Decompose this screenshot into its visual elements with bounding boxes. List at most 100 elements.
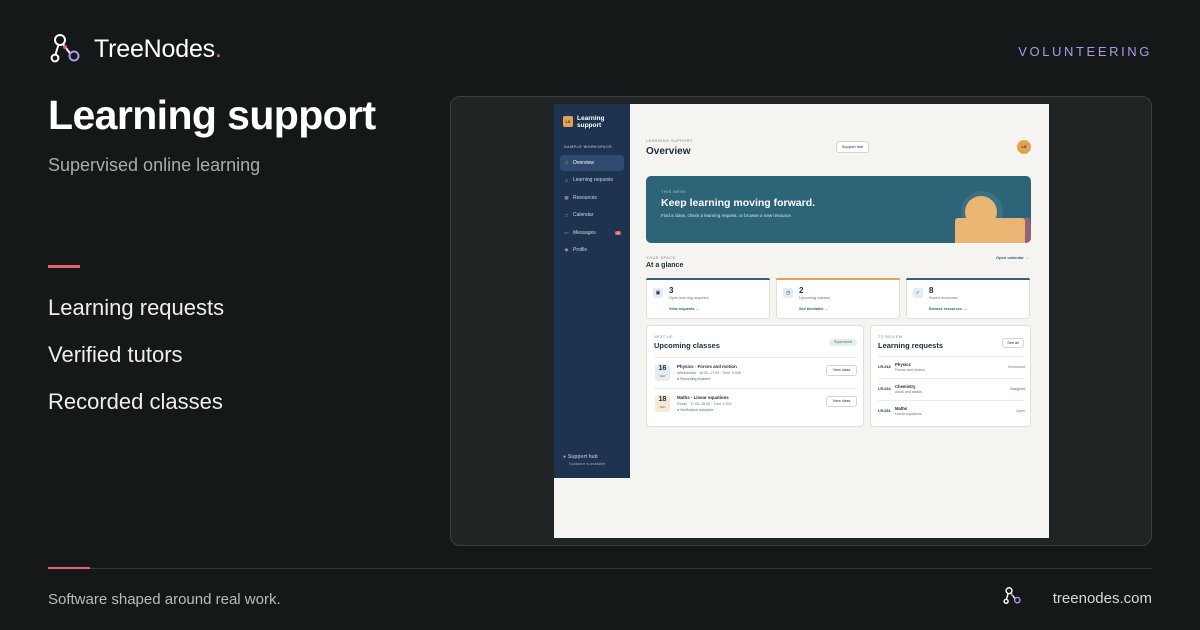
request-topic: Acids and alkalis bbox=[895, 390, 922, 394]
page-title: Learning support bbox=[48, 92, 376, 138]
feature-item: Learning requests bbox=[48, 295, 225, 320]
accent-divider bbox=[48, 265, 80, 268]
banner-kicker: THIS WEEK bbox=[661, 190, 687, 194]
avatar[interactable]: LS bbox=[1017, 140, 1031, 154]
grid-icon: ▦ bbox=[564, 194, 569, 200]
sidebar-item-profile[interactable]: ◉ Profile bbox=[560, 242, 624, 258]
footer-divider bbox=[48, 568, 1152, 569]
glance-title: At a glance bbox=[646, 262, 684, 269]
date-badge: 16 SEP bbox=[655, 364, 670, 381]
request-icon: ▣ bbox=[653, 288, 663, 298]
clock-icon: ◷ bbox=[783, 288, 793, 298]
feature-item: Recorded classes bbox=[48, 389, 223, 414]
calendar-icon: □ bbox=[565, 212, 568, 218]
stat-label: Open learning requests bbox=[669, 296, 709, 300]
request-id: LR-024 bbox=[878, 387, 891, 391]
stat-value: 2 bbox=[799, 286, 804, 295]
sidebar-item-label: Profile bbox=[573, 246, 588, 253]
request-id: LR-031 bbox=[878, 409, 891, 413]
sidebar-item-resources[interactable]: ▦ Resources bbox=[560, 190, 624, 206]
date-month: SEP bbox=[659, 374, 666, 378]
upcoming-classes-panel: NEXT UP Upcoming classes Supervised 16 S… bbox=[646, 325, 864, 427]
screenshot-frame: LS Learning support SAMPLE WORKSPACE ◇ Ov… bbox=[450, 96, 1152, 546]
sidebar-item-calendar[interactable]: □ Calendar bbox=[560, 207, 624, 223]
class-row[interactable]: 18 SEP Maths · Linear equations Friday ·… bbox=[654, 388, 857, 418]
feature-list: Learning requests Verified tutors Record… bbox=[48, 295, 224, 436]
footer-accent bbox=[48, 567, 90, 569]
request-status: Open bbox=[1016, 409, 1025, 413]
request-status: Scheduled bbox=[1008, 365, 1025, 369]
tree-nodes-logo-icon bbox=[48, 32, 82, 66]
stat-card-requests[interactable]: ▣ 3 Open learning requests View requests… bbox=[646, 278, 770, 319]
class-status: ● Verification complete bbox=[677, 408, 714, 412]
date-badge: 18 SEP bbox=[655, 395, 670, 412]
supervised-badge: Supervised bbox=[829, 339, 857, 346]
sidebar-item-overview[interactable]: ◇ Overview bbox=[560, 155, 624, 171]
check-icon: ✓ bbox=[913, 288, 923, 298]
support-hub-subtitle: Guidance is available bbox=[569, 462, 606, 466]
sidebar-item-messages[interactable]: ▭ Messages 2 bbox=[560, 225, 624, 241]
stat-value: 8 bbox=[929, 286, 934, 295]
panel-kicker: NEXT UP bbox=[654, 335, 674, 339]
date-day: 18 bbox=[658, 396, 667, 403]
app-sidebar: LS Learning support SAMPLE WORKSPACE ◇ Ov… bbox=[554, 104, 630, 478]
browse-resources-link[interactable]: Browse resources → bbox=[929, 307, 967, 311]
class-title: Physics · Forces and motion bbox=[677, 364, 737, 369]
see-all-button[interactable]: See all bbox=[1002, 338, 1024, 348]
view-requests-link[interactable]: View requests → bbox=[669, 307, 699, 311]
welcome-banner: THIS WEEK Keep learning moving forward. … bbox=[646, 176, 1031, 243]
learning-requests-panel: TO REVIEW Learning requests See all LR-0… bbox=[870, 325, 1031, 427]
sidebar-support-hub[interactable]: ● Support hub Guidance is available bbox=[563, 454, 605, 466]
date-month: SEP bbox=[659, 405, 666, 409]
app-title: Learning support bbox=[577, 115, 605, 129]
stat-label: Saved resources bbox=[929, 296, 958, 300]
request-topic: Linear equations bbox=[895, 412, 922, 416]
app-logo-icon: LS bbox=[563, 116, 573, 127]
feature-item: Verified tutors bbox=[48, 342, 183, 367]
request-row[interactable]: LR-024 Chemistry Acids and alkalis Assig… bbox=[878, 378, 1025, 400]
request-row[interactable]: LR-018 Physics Forces and motion Schedul… bbox=[878, 356, 1025, 378]
app-page-title: Overview bbox=[646, 146, 691, 157]
support-hub-title: ● Support hub bbox=[563, 454, 598, 460]
open-calendar-link[interactable]: Open calendar → bbox=[996, 255, 1029, 260]
support-hub-button[interactable]: Support hub bbox=[836, 141, 869, 153]
sidebar-item-learning-requests[interactable]: ≡ Learning requests bbox=[560, 172, 624, 188]
view-class-button[interactable]: View class bbox=[826, 396, 857, 407]
request-topic: Forces and motion bbox=[895, 368, 925, 372]
class-meta: Friday · 17:00–18:00 · Tutor V-021 bbox=[677, 402, 732, 406]
breadcrumb: LEARNING SUPPORT bbox=[646, 139, 693, 143]
class-row[interactable]: 16 SEP Physics · Forces and motion Wedne… bbox=[654, 357, 857, 387]
category-tag: VOLUNTEERING bbox=[1018, 44, 1152, 59]
sidebar-item-label: Calendar bbox=[573, 212, 594, 219]
footer-url-link[interactable]: treenodes.com bbox=[1053, 590, 1152, 607]
class-status: ● Recording enabled bbox=[677, 377, 711, 381]
sidebar-item-label: Messages bbox=[573, 229, 596, 236]
request-subject: Chemistry bbox=[895, 384, 916, 389]
sidebar-section-label: SAMPLE WORKSPACE bbox=[564, 145, 613, 149]
sidebar-nav: ◇ Overview ≡ Learning requests ▦ Resources … bbox=[560, 155, 624, 259]
date-day: 16 bbox=[658, 365, 667, 372]
see-timetable-link[interactable]: See timetable → bbox=[799, 307, 828, 311]
brand-dot: . bbox=[214, 34, 222, 63]
stat-card-classes[interactable]: ◷ 2 Upcoming classes See timetable → bbox=[776, 278, 900, 319]
page-subtitle: Supervised online learning bbox=[48, 155, 261, 175]
panel-title: Learning requests bbox=[878, 341, 944, 350]
banner-illustration-icon bbox=[955, 191, 1031, 243]
brand-name: TreeNodes. bbox=[94, 34, 222, 63]
dot-icon: ● bbox=[563, 454, 567, 460]
app-window: LS Learning support SAMPLE WORKSPACE ◇ Ov… bbox=[554, 104, 1049, 538]
stat-label: Upcoming classes bbox=[799, 296, 830, 300]
request-row[interactable]: LR-031 Maths Linear equations Open bbox=[878, 400, 1025, 422]
class-meta: Wednesday · 16:00–17:00 · Tutor V-036 bbox=[677, 371, 741, 375]
view-class-button[interactable]: View class bbox=[826, 365, 857, 376]
sidebar-item-label: Overview bbox=[573, 160, 594, 166]
request-status: Assigned bbox=[1010, 387, 1025, 391]
banner-subtitle: Find a class, check a learning request, … bbox=[661, 213, 793, 218]
class-title: Maths · Linear equations bbox=[677, 395, 729, 400]
glance-kicker: YOUR SPACE bbox=[646, 256, 676, 260]
message-icon: ▭ bbox=[564, 229, 569, 235]
stat-card-resources[interactable]: ✓ 8 Saved resources Browse resources → bbox=[906, 278, 1030, 319]
footer-tagline: Software shaped around real work. bbox=[48, 591, 281, 608]
request-id: LR-018 bbox=[878, 365, 891, 369]
unread-badge: 2 bbox=[615, 230, 621, 235]
